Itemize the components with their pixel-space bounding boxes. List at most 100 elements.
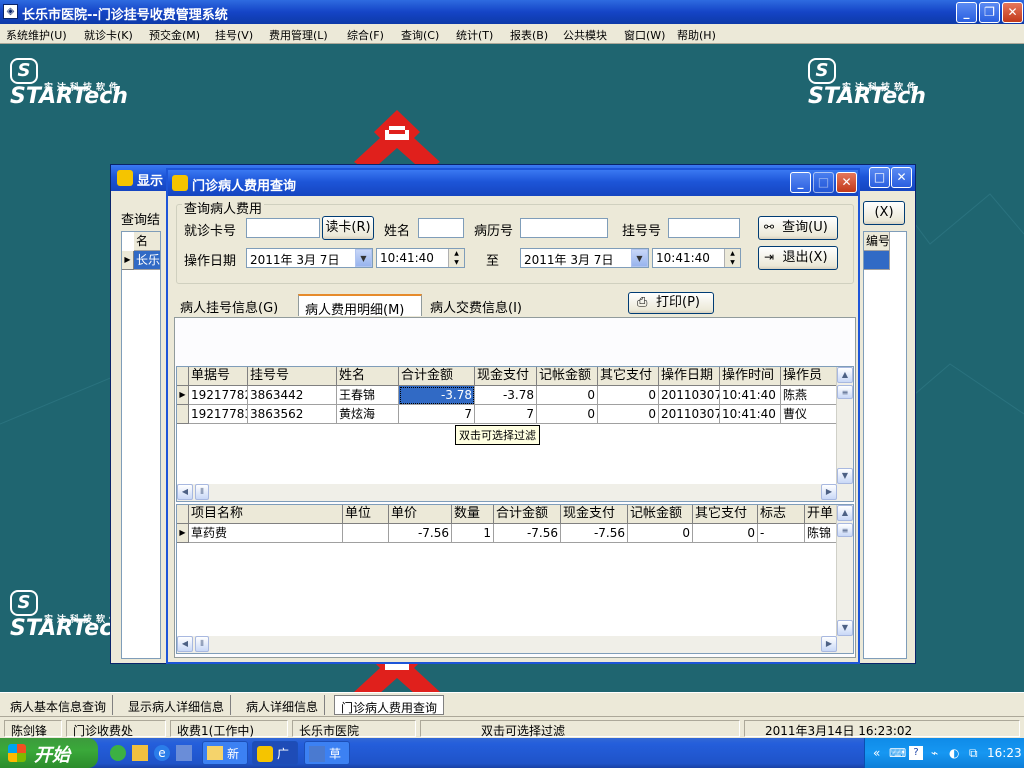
menu-system[interactable]: 系统维护(U) bbox=[6, 27, 67, 43]
keyboard-icon[interactable]: ⌨ bbox=[889, 746, 906, 760]
back-query-label: 查询结 bbox=[121, 213, 161, 228]
windows-logo-icon bbox=[8, 744, 26, 762]
date-label: 操作日期 bbox=[184, 254, 237, 269]
menu-report[interactable]: 报表(B) bbox=[510, 27, 548, 43]
fee-query-dialog: 门诊病人费用查询 _ □ ✕ 查询病人费用 就诊卡号 读卡(R) 姓名 病历号 … bbox=[166, 168, 860, 664]
dialog-minimize-button[interactable]: _ bbox=[790, 172, 811, 193]
ime-icon[interactable]: ⌁ bbox=[931, 746, 938, 760]
menu-general[interactable]: 综合(F) bbox=[347, 27, 384, 43]
table-row[interactable]: ▶ 草药费 -7.56 1 -7.56 -7.56 0 0 - 陈锦 bbox=[177, 524, 837, 543]
record-number-input[interactable] bbox=[520, 218, 608, 238]
time-from-input[interactable]: 10:41:40 ▲ ▼ bbox=[376, 248, 465, 268]
tab-show-patient[interactable]: 显示病人详细信息 bbox=[122, 695, 232, 715]
scroll-thumb-h[interactable]: ⦀ bbox=[195, 636, 209, 652]
restore-button[interactable]: ❐ bbox=[979, 2, 1000, 23]
scroll-thumb[interactable]: ≡ bbox=[837, 385, 853, 399]
red-cross-icon bbox=[354, 110, 440, 172]
menu-fee[interactable]: 费用管理(L) bbox=[269, 27, 328, 43]
tab-fee-query[interactable]: 门诊病人费用查询 bbox=[334, 695, 445, 715]
scroll-left-icon[interactable]: ◀ bbox=[177, 484, 193, 500]
tab-fee-detail[interactable]: 病人费用明细(M) bbox=[298, 294, 422, 318]
scroll-down-icon[interactable]: ▼ bbox=[837, 620, 853, 636]
taskbar: 开始 e 新 广 草 « ⌨ ? ⌁ ◐ ⧉ 16:23 bbox=[0, 738, 1024, 768]
tab-registration[interactable]: 病人挂号信息(G) bbox=[174, 294, 294, 316]
vertical-scrollbar[interactable]: ▲ ≡ ▼ bbox=[836, 505, 853, 636]
grid-header-row: 项目名称 单位 单价 数量 合计金额 现金支付 记帐金额 其它支付 标志 开单 bbox=[177, 505, 837, 524]
minimize-button[interactable]: _ bbox=[956, 2, 977, 23]
fee-summary-grid[interactable]: 单据号 挂号号 姓名 合计金额 现金支付 记帐金额 其它支付 操作日期 操作时间… bbox=[176, 366, 854, 502]
tab-payment[interactable]: 病人交费信息(I) bbox=[424, 294, 544, 316]
scroll-right-icon[interactable]: ▶ bbox=[821, 484, 837, 500]
table-row[interactable]: ▶ 19217782 3863442 王春锦 -3.78 -3.78 0 0 2… bbox=[177, 386, 837, 405]
tab-patient-basic[interactable]: 病人基本信息查询 bbox=[4, 695, 114, 715]
back-close-button[interactable]: ✕ bbox=[891, 167, 912, 188]
chevron-down-icon[interactable]: ▼ bbox=[355, 249, 372, 267]
back-right-grid[interactable]: 编号 bbox=[863, 231, 907, 659]
reg-number-input[interactable] bbox=[668, 218, 740, 238]
date-from-picker[interactable]: 2011年 3月 7日 ▼ bbox=[246, 248, 373, 268]
fee-detail-grid[interactable]: 项目名称 单位 单价 数量 合计金额 现金支付 记帐金额 其它支付 标志 开单 … bbox=[176, 504, 854, 654]
date-to-picker[interactable]: 2011年 3月 7日 ▼ bbox=[520, 248, 649, 268]
app-titlebar: ◈ 长乐市医院--门诊挂号收费管理系统 _ ❐ ✕ bbox=[0, 0, 1024, 24]
network-icon[interactable]: ⧉ bbox=[969, 746, 978, 761]
menu-help[interactable]: 帮助(H) bbox=[677, 27, 716, 43]
scroll-thumb[interactable]: ≡ bbox=[837, 523, 853, 537]
tray-expand-icon[interactable]: « bbox=[873, 746, 880, 760]
horizontal-scrollbar[interactable]: ◀ ⦀ ▶ bbox=[177, 484, 853, 501]
folder-icon bbox=[117, 170, 133, 186]
vertical-scrollbar[interactable]: ▲ ≡ ▼ bbox=[836, 367, 853, 484]
clock[interactable]: 16:23 bbox=[987, 746, 1022, 760]
speaker-icon[interactable]: ◐ bbox=[949, 746, 959, 760]
scroll-thumb-h[interactable]: ⦀ bbox=[195, 484, 209, 500]
status-message: 双击可选择过滤 bbox=[420, 720, 740, 738]
card-label: 就诊卡号 bbox=[184, 224, 237, 239]
ie-icon[interactable]: e bbox=[154, 745, 170, 761]
card-number-input[interactable] bbox=[246, 218, 320, 238]
tab-patient-detail[interactable]: 病人详细信息 bbox=[240, 695, 326, 715]
scroll-left-icon[interactable]: ◀ bbox=[177, 636, 193, 652]
exit-button[interactable]: ⇥ 退出(X) bbox=[758, 246, 838, 270]
back-maximize-button[interactable]: □ bbox=[869, 167, 890, 188]
scroll-up-icon[interactable]: ▲ bbox=[837, 505, 853, 521]
back-left-grid[interactable]: 名 ▶ 长乐 bbox=[121, 231, 161, 659]
menu-register[interactable]: 挂号(V) bbox=[215, 27, 253, 43]
system-tray: « ⌨ ? ⌁ ◐ ⧉ 16:23 bbox=[864, 738, 1024, 768]
status-datetime: 2011年3月14日 16:23:02 bbox=[744, 720, 1020, 738]
menu-deposit[interactable]: 预交金(M) bbox=[149, 27, 200, 43]
quicklaunch-icon[interactable] bbox=[176, 745, 192, 761]
back-exit-button[interactable]: (X) bbox=[863, 201, 905, 225]
menu-query[interactable]: 查询(C) bbox=[401, 27, 439, 43]
horizontal-scrollbar[interactable]: ◀ ⦀ ▶ bbox=[177, 636, 853, 653]
menu-common[interactable]: 公共模块 bbox=[563, 27, 607, 43]
table-row[interactable]: 19217783 3863562 黄炫海 7 7 0 0 20110307 10… bbox=[177, 405, 837, 424]
row-pointer-icon: ▶ bbox=[177, 524, 189, 543]
folder-icon bbox=[172, 175, 188, 191]
menu-stats[interactable]: 统计(T) bbox=[456, 27, 493, 43]
spin-icon[interactable]: ▲ ▼ bbox=[448, 249, 464, 267]
start-button[interactable]: 开始 bbox=[0, 738, 98, 768]
read-card-button[interactable]: 读卡(R) bbox=[322, 216, 374, 240]
menu-window[interactable]: 窗口(W) bbox=[624, 27, 665, 43]
task-button-active[interactable]: 广 bbox=[252, 741, 298, 765]
spin-icon[interactable]: ▲ ▼ bbox=[724, 249, 740, 267]
scroll-right-icon[interactable]: ▶ bbox=[821, 636, 837, 652]
door-exit-icon: ⇥ bbox=[764, 250, 775, 264]
task-button[interactable]: 草 bbox=[304, 741, 350, 765]
dialog-close-button[interactable]: ✕ bbox=[836, 172, 857, 193]
menu-card[interactable]: 就诊卡(K) bbox=[84, 27, 133, 43]
scroll-up-icon[interactable]: ▲ bbox=[837, 367, 853, 383]
time-to-input[interactable]: 10:41:40 ▲ ▼ bbox=[652, 248, 741, 268]
quicklaunch-icon[interactable] bbox=[110, 745, 126, 761]
scroll-down-icon[interactable]: ▼ bbox=[837, 468, 853, 484]
quicklaunch-icon[interactable] bbox=[132, 745, 148, 761]
print-button[interactable]: ⎙ 打印(P) bbox=[628, 292, 714, 314]
close-button[interactable]: ✕ bbox=[1002, 2, 1023, 23]
task-button[interactable]: 新 bbox=[202, 741, 248, 765]
query-button[interactable]: ⚯ 查询(U) bbox=[758, 216, 838, 240]
dialog-maximize-button[interactable]: □ bbox=[813, 172, 834, 193]
name-input[interactable] bbox=[418, 218, 464, 238]
help-icon[interactable]: ? bbox=[909, 746, 923, 760]
selected-cell[interactable]: -3.78 bbox=[399, 386, 475, 405]
chevron-down-icon[interactable]: ▼ bbox=[631, 249, 648, 267]
status-dept: 门诊收费处 bbox=[66, 720, 166, 738]
